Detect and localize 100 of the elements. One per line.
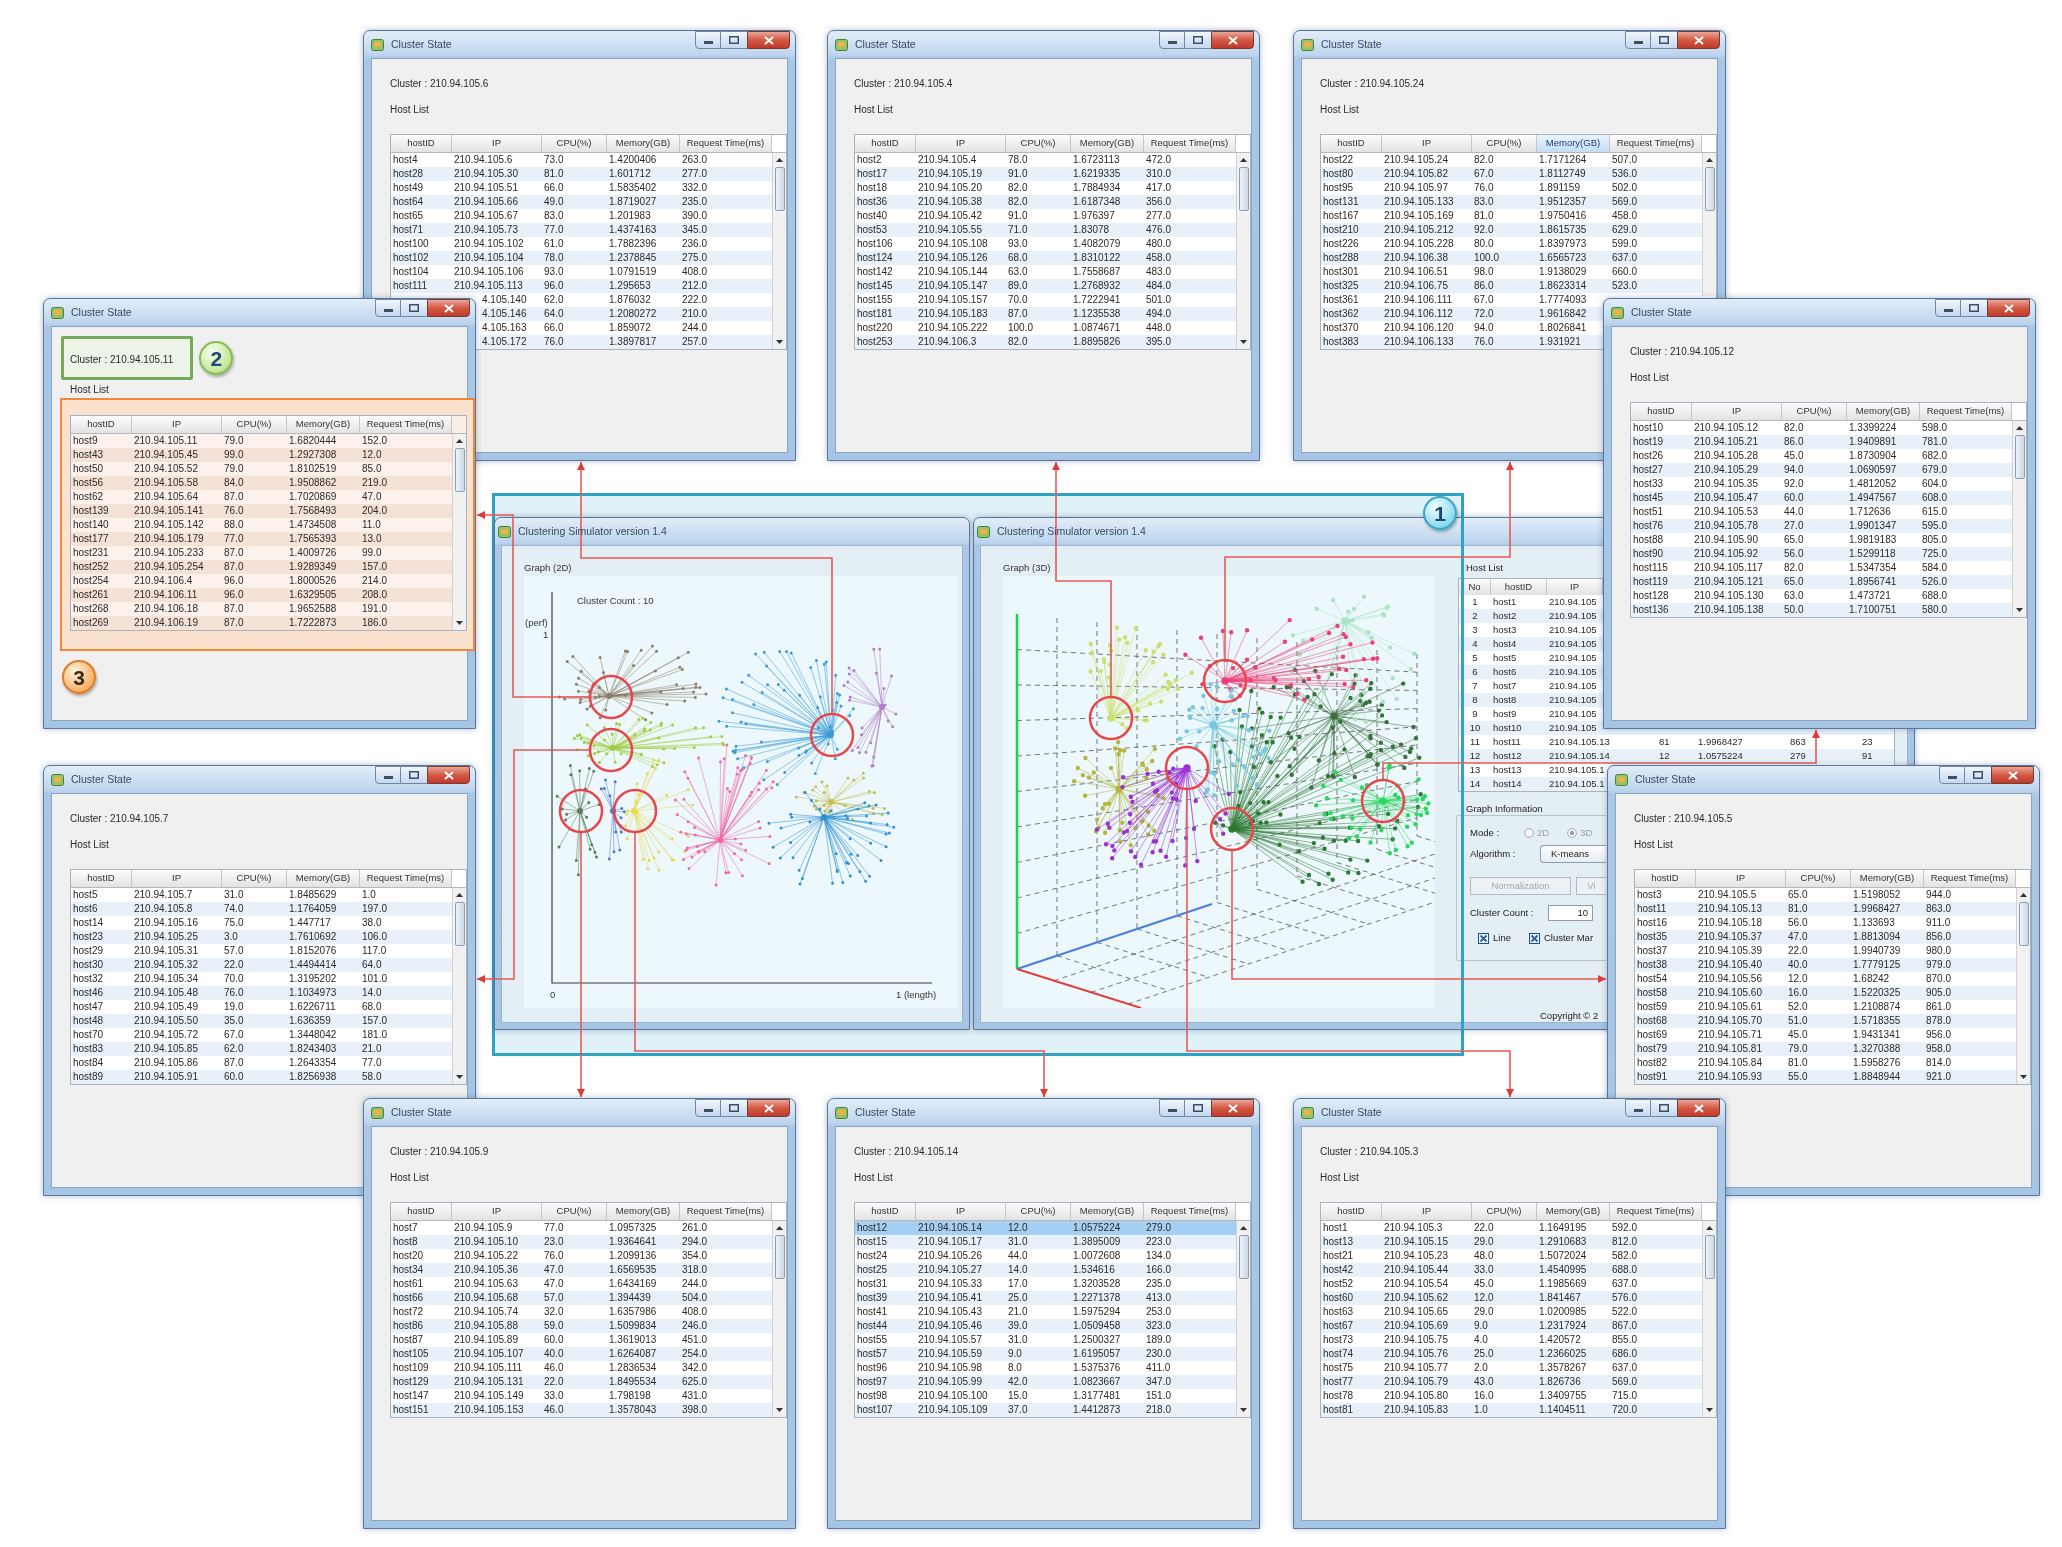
column-header[interactable]: IP bbox=[132, 870, 222, 887]
scrollbar[interactable] bbox=[452, 434, 466, 630]
column-header[interactable]: CPU(%) bbox=[1006, 135, 1071, 152]
table-row[interactable]: host62 210.94.105.64 87.0 1.7020869 47.0 bbox=[71, 490, 452, 504]
table-row[interactable]: host9 210.94.105.11 79.0 1.6820444 152.0 bbox=[71, 434, 452, 448]
table-row[interactable]: host30 210.94.105.32 22.0 1.4494414 64.0 bbox=[71, 958, 452, 972]
table-row[interactable]: host25 210.94.105.27 14.0 1.534616 166.0 bbox=[855, 1263, 1236, 1277]
column-header[interactable]: Memory(GB) bbox=[1537, 135, 1610, 152]
minimize-button[interactable] bbox=[695, 31, 721, 49]
table-row[interactable]: host181 210.94.105.183 87.0 1.1235538 494.0 bbox=[855, 307, 1236, 321]
column-header[interactable]: CPU(%) bbox=[222, 416, 287, 433]
table-row[interactable]: host97 210.94.105.99 42.0 1.0823667 347.0 bbox=[855, 1375, 1236, 1389]
column-header[interactable]: hostID bbox=[391, 135, 452, 152]
checkbox-option[interactable]: Cluster Mar bbox=[1528, 932, 1594, 944]
scroll-thumb[interactable] bbox=[774, 1235, 785, 1279]
table-row[interactable]: host6 210.94.105.8 74.0 1.1764059 197.0 bbox=[71, 902, 452, 916]
table-row[interactable]: host139 210.94.105.141 76.0 1.7568493 204.0 bbox=[71, 504, 452, 518]
table-row[interactable]: host210 210.94.105.212 92.0 1.8615735 629.0 bbox=[1321, 223, 1702, 237]
scroll-thumb[interactable] bbox=[774, 167, 785, 211]
column-header[interactable]: Request Time(ms) bbox=[680, 135, 772, 152]
table-row[interactable]: host15 210.94.105.17 31.0 1.3895009 223.0 bbox=[855, 1235, 1236, 1249]
scrollbar[interactable] bbox=[1236, 1221, 1250, 1417]
table-row[interactable]: host64 210.94.105.66 49.0 1.8719027 235.0 bbox=[391, 195, 772, 209]
column-header[interactable]: hostID bbox=[1635, 870, 1696, 887]
close-button[interactable] bbox=[1677, 1099, 1720, 1117]
column-header[interactable]: IP bbox=[1696, 870, 1786, 887]
table-row[interactable]: host53 210.94.105.55 71.0 1.83078 476.0 bbox=[855, 223, 1236, 237]
table-row[interactable]: host81 210.94.105.83 1.0 1.1404511 720.0 bbox=[1321, 1403, 1702, 1417]
table-row[interactable]: host231 210.94.105.233 87.0 1.4009726 99.0 bbox=[71, 546, 452, 560]
column-header[interactable]: CPU(%) bbox=[1472, 135, 1537, 152]
maximize-button[interactable] bbox=[1965, 766, 1991, 784]
table-row[interactable]: host67 210.94.105.69 9.0 1.2317924 867.0 bbox=[1321, 1319, 1702, 1333]
column-header[interactable]: Request Time(ms) bbox=[360, 416, 452, 433]
maximize-button[interactable] bbox=[401, 299, 427, 317]
table-row[interactable]: host45 210.94.105.47 60.0 1.4947567 608.0 bbox=[1631, 491, 2012, 505]
scroll-thumb[interactable] bbox=[2018, 902, 2029, 946]
maximize-button[interactable] bbox=[1185, 1099, 1211, 1117]
column-header[interactable]: Request Time(ms) bbox=[1924, 870, 2016, 887]
column-header[interactable]: hostID bbox=[855, 135, 916, 152]
table-row[interactable]: host42 210.94.105.44 33.0 1.4540995 688.0 bbox=[1321, 1263, 1702, 1277]
table-row[interactable]: host19 210.94.105.21 86.0 1.9409891 781.0 bbox=[1631, 435, 2012, 449]
minimize-button[interactable] bbox=[375, 299, 401, 317]
scrollbar[interactable] bbox=[1702, 1221, 1716, 1417]
maximize-button[interactable] bbox=[1961, 299, 1987, 317]
column-header[interactable]: IP bbox=[1547, 579, 1603, 595]
column-header[interactable]: Memory(GB) bbox=[287, 870, 360, 887]
table-row[interactable]: host268 210.94.106.18 87.0 1.9652588 191.0 bbox=[71, 602, 452, 616]
minimize-button[interactable] bbox=[375, 766, 401, 784]
scroll-thumb[interactable] bbox=[1704, 1235, 1715, 1279]
scroll-thumb[interactable] bbox=[454, 902, 465, 946]
table-row[interactable]: host151 210.94.105.153 46.0 1.3578043 398.0 bbox=[391, 1403, 772, 1417]
table-row[interactable]: host102 210.94.105.104 78.0 1.2378845 275.0 bbox=[391, 251, 772, 265]
column-header[interactable]: IP bbox=[916, 1203, 1006, 1220]
column-header[interactable]: hostID bbox=[391, 1203, 452, 1220]
column-header[interactable]: hostID bbox=[1321, 135, 1382, 152]
column-header[interactable]: Memory(GB) bbox=[1537, 1203, 1610, 1220]
table-row[interactable]: host74 210.94.105.76 25.0 1.2366025 686.0 bbox=[1321, 1347, 1702, 1361]
column-header[interactable]: hostID bbox=[1631, 403, 1692, 420]
column-header[interactable]: CPU(%) bbox=[1782, 403, 1847, 420]
maximize-button[interactable] bbox=[1651, 1099, 1677, 1117]
table-row[interactable]: host140 210.94.105.142 88.0 1.4734508 11.0 bbox=[71, 518, 452, 532]
table-row[interactable]: host38 210.94.105.40 40.0 1.7779125 979.0 bbox=[1635, 958, 2016, 972]
table-row[interactable]: host383 210.94.106.133 76.0 1.931921 bbox=[1321, 335, 1603, 349]
column-header[interactable]: Request Time(ms) bbox=[1920, 403, 2012, 420]
close-button[interactable] bbox=[427, 299, 470, 317]
table-row[interactable]: host39 210.94.105.41 25.0 1.2271378 413.0 bbox=[855, 1291, 1236, 1305]
table-row[interactable]: host35 210.94.105.37 47.0 1.8813094 856.0 bbox=[1635, 930, 2016, 944]
table-row[interactable]: host13 210.94.105.15 29.0 1.2910683 812.0 bbox=[1321, 1235, 1702, 1249]
column-header[interactable]: hostID bbox=[71, 416, 132, 433]
table-row[interactable]: host91 210.94.105.93 55.0 1.8848944 921.0 bbox=[1635, 1070, 2016, 1084]
column-header[interactable]: Memory(GB) bbox=[1847, 403, 1920, 420]
column-header[interactable]: Memory(GB) bbox=[287, 416, 360, 433]
table-row[interactable]: host17 210.94.105.19 91.0 1.6219335 310.0 bbox=[855, 167, 1236, 181]
maximize-button[interactable] bbox=[401, 766, 427, 784]
close-button[interactable] bbox=[747, 31, 790, 49]
table-row[interactable]: host57 210.94.105.59 9.0 1.6195057 230.0 bbox=[855, 1347, 1236, 1361]
column-header[interactable]: CPU(%) bbox=[1472, 1203, 1537, 1220]
table-row[interactable]: host23 210.94.105.25 3.0 1.7610692 106.0 bbox=[71, 930, 452, 944]
minimize-button[interactable] bbox=[1159, 31, 1185, 49]
table-row[interactable]: host83 210.94.105.85 62.0 1.8243403 21.0 bbox=[71, 1042, 452, 1056]
table-row[interactable]: host76 210.94.105.78 27.0 1.9901347 595.0 bbox=[1631, 519, 2012, 533]
column-header[interactable]: hostID bbox=[71, 870, 132, 887]
column-header[interactable]: IP bbox=[916, 135, 1006, 152]
column-header[interactable]: Memory(GB) bbox=[607, 1203, 680, 1220]
minimize-button[interactable] bbox=[1625, 1099, 1651, 1117]
maximize-button[interactable] bbox=[721, 31, 747, 49]
table-row[interactable]: host107 210.94.105.109 37.0 1.4412873 218.0 bbox=[855, 1403, 1236, 1417]
scroll-thumb[interactable] bbox=[1238, 1235, 1249, 1279]
close-button[interactable] bbox=[1987, 299, 2030, 317]
table-row[interactable]: host111 210.94.105.113 96.0 1.295653 212.0 bbox=[391, 279, 772, 293]
table-row[interactable]: host34 210.94.105.36 47.0 1.6569535 318.0 bbox=[391, 1263, 772, 1277]
table-row[interactable]: host124 210.94.105.126 68.0 1.8310122 458.0 bbox=[855, 251, 1236, 265]
column-header[interactable]: Memory(GB) bbox=[607, 135, 680, 152]
table-row[interactable]: host56 210.94.105.58 84.0 1.9508862 219.0 bbox=[71, 476, 452, 490]
table-row[interactable]: host60 210.94.105.62 12.0 1.841467 576.0 bbox=[1321, 1291, 1702, 1305]
minimize-button[interactable] bbox=[1935, 299, 1961, 317]
column-header[interactable]: Request Time(ms) bbox=[1144, 135, 1236, 152]
table-row[interactable]: host90 210.94.105.92 56.0 1.5299118 725.0 bbox=[1631, 547, 2012, 561]
column-header[interactable]: Request Time(ms) bbox=[680, 1203, 772, 1220]
table-row[interactable]: host288 210.94.106.38 100.0 1.6565723 637.0 bbox=[1321, 251, 1702, 265]
